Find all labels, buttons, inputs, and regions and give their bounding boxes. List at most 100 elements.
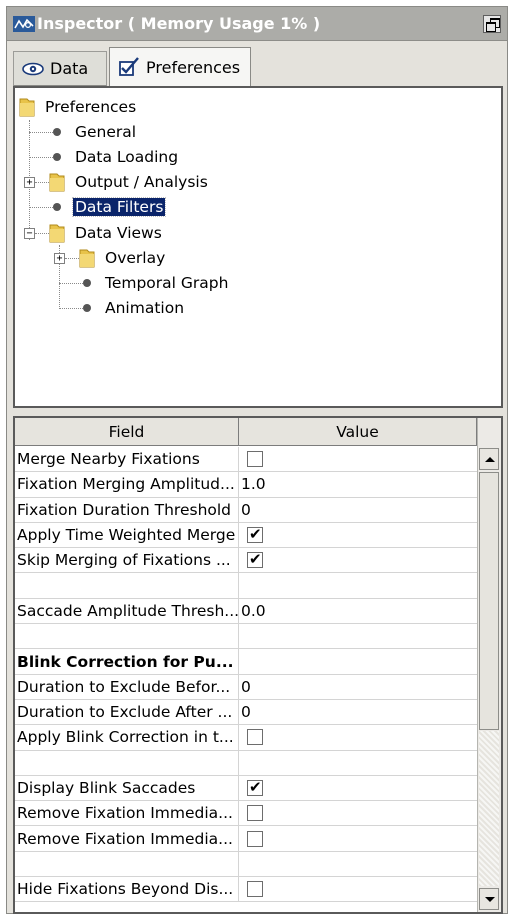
value-checkbox[interactable] xyxy=(247,778,263,796)
vertical-scrollbar[interactable] xyxy=(477,418,501,912)
value-checkbox[interactable] xyxy=(247,525,263,544)
tree-item-data-filters[interactable]: Data Filters xyxy=(53,196,167,218)
value-cell[interactable] xyxy=(239,548,477,572)
value-checkbox[interactable] xyxy=(247,550,263,569)
tree-item-label: Overlay xyxy=(105,249,166,267)
value-checkbox[interactable] xyxy=(247,729,263,746)
table-row[interactable]: Duration to Exclude Befor... 0 xyxy=(15,674,477,700)
tree-item-label: Data Views xyxy=(75,224,162,242)
scroll-track[interactable] xyxy=(479,731,499,886)
value-cell xyxy=(239,852,477,876)
eye-icon xyxy=(22,62,44,75)
tree-item-label: General xyxy=(75,123,137,141)
scroll-up-button[interactable] xyxy=(479,448,499,470)
field-label: Hide Fixations Beyond Dis... xyxy=(15,877,239,902)
tree-item-preferences[interactable]: Preferences xyxy=(19,96,138,118)
value-field[interactable]: 0 xyxy=(239,498,477,522)
table-row[interactable] xyxy=(15,624,477,650)
value-cell[interactable] xyxy=(239,877,477,901)
field-label xyxy=(15,851,239,877)
folder-icon xyxy=(49,173,65,192)
field-label: Display Blink Saccades xyxy=(15,775,239,801)
table-row[interactable]: Remove Fixation Immedia... xyxy=(15,801,477,827)
field-label: Remove Fixation Immedia... xyxy=(15,801,239,826)
properties-table: Field Value Merge Nearby Fixations Fixati… xyxy=(13,416,503,914)
tree-line xyxy=(35,182,49,183)
expand-overlay[interactable]: + xyxy=(54,253,65,264)
scroll-down-button[interactable] xyxy=(479,888,499,910)
tree-line xyxy=(59,283,83,284)
value-checkbox[interactable] xyxy=(247,805,263,822)
field-label: Skip Merging of Fixations ... xyxy=(15,548,239,573)
table-row[interactable]: Saccade Amplitude Thresh... 0.0 xyxy=(15,598,477,625)
value-cell[interactable] xyxy=(239,725,477,749)
tree-line xyxy=(59,308,83,309)
table-row[interactable] xyxy=(15,851,477,878)
tree-item-label: Output / Analysis xyxy=(75,173,208,191)
value-cell xyxy=(239,649,477,673)
section-header-label: Blink Correction for Pu... xyxy=(15,649,239,674)
table-row[interactable]: Remove Fixation Immedia... xyxy=(15,826,477,852)
table-row[interactable]: Fixation Duration Threshold 0 xyxy=(15,497,477,523)
table-row[interactable]: Duration to Exclude After ... 0 xyxy=(15,699,477,726)
field-label: Merge Nearby Fixations xyxy=(15,447,239,472)
preferences-tree[interactable]: + − + Preferences General Data Loading O… xyxy=(13,86,503,408)
tree-item-label: Preferences xyxy=(45,98,137,116)
field-label xyxy=(15,573,239,598)
column-header-value[interactable]: Value xyxy=(239,418,477,446)
table-row[interactable]: Apply Blink Correction in t... xyxy=(15,725,477,751)
tree-item-overlay[interactable]: Overlay xyxy=(79,247,167,269)
tree-item-temporal-graph[interactable]: Temporal Graph xyxy=(83,272,230,294)
value-field[interactable]: 0 xyxy=(239,675,477,699)
value-cell[interactable] xyxy=(239,447,477,471)
value-checkbox[interactable] xyxy=(247,881,263,898)
tab-data[interactable]: Data xyxy=(13,51,107,86)
field-label: Apply Time Weighted Merge xyxy=(15,522,239,548)
expand-output-analysis[interactable]: + xyxy=(24,177,35,188)
table-row[interactable] xyxy=(15,750,477,776)
field-label xyxy=(15,750,239,775)
title-bar[interactable]: Inspector ( Memory Usage 1% ) xyxy=(7,7,507,41)
value-cell[interactable] xyxy=(239,776,477,800)
value-field[interactable]: 0.0 xyxy=(239,599,477,623)
table-row[interactable]: Hide Fixations Beyond Dis... xyxy=(15,877,477,903)
tab-strip: Data Preferences xyxy=(7,42,507,86)
tree-item-data-views[interactable]: Data Views xyxy=(49,222,164,244)
window-title: Inspector ( Memory Usage 1% ) xyxy=(37,14,321,33)
value-cell[interactable] xyxy=(239,523,477,547)
table-row[interactable]: Blink Correction for Pu... xyxy=(15,649,477,675)
value-field[interactable]: 1.0 xyxy=(239,472,477,496)
value-checkbox[interactable] xyxy=(247,451,263,468)
value-cell xyxy=(239,573,477,597)
value-field[interactable]: 0 xyxy=(239,700,477,724)
tree-item-animation[interactable]: Animation xyxy=(83,297,186,319)
table-row[interactable] xyxy=(15,573,477,599)
table-header: Field Value xyxy=(15,418,477,446)
scroll-thumb[interactable] xyxy=(479,472,499,730)
table-row[interactable]: Apply Time Weighted Merge xyxy=(15,522,477,549)
value-cell xyxy=(239,751,477,775)
collapse-data-views[interactable]: − xyxy=(24,228,35,239)
inspector-window: Inspector ( Memory Usage 1% ) Data Prefe… xyxy=(6,6,508,914)
table-row[interactable]: Skip Merging of Fixations ... xyxy=(15,548,477,574)
tab-preferences-label: Preferences xyxy=(146,57,241,77)
value-checkbox[interactable] xyxy=(247,830,263,847)
tab-preferences[interactable]: Preferences xyxy=(109,47,251,86)
float-window-icon[interactable] xyxy=(483,15,501,33)
tree-line xyxy=(29,157,53,158)
table-row[interactable]: Fixation Merging Amplitud... 1.0 xyxy=(15,472,477,498)
column-header-field[interactable]: Field xyxy=(15,418,239,446)
tree-item-label-selected: Data Filters xyxy=(71,197,167,217)
tree-item-data-loading[interactable]: Data Loading xyxy=(53,146,180,168)
tree-item-label: Data Loading xyxy=(75,148,179,166)
splitter[interactable] xyxy=(7,408,507,416)
value-cell[interactable] xyxy=(239,826,477,850)
table-row[interactable]: Display Blink Saccades xyxy=(15,775,477,802)
bullet-icon xyxy=(83,279,91,287)
table-row[interactable]: Merge Nearby Fixations xyxy=(15,447,477,473)
field-label: Duration to Exclude After ... xyxy=(15,699,239,725)
field-label: Fixation Merging Amplitud... xyxy=(15,472,239,497)
tree-item-general[interactable]: General xyxy=(53,121,138,143)
tree-item-output-analysis[interactable]: Output / Analysis xyxy=(49,171,210,193)
value-cell[interactable] xyxy=(239,801,477,825)
